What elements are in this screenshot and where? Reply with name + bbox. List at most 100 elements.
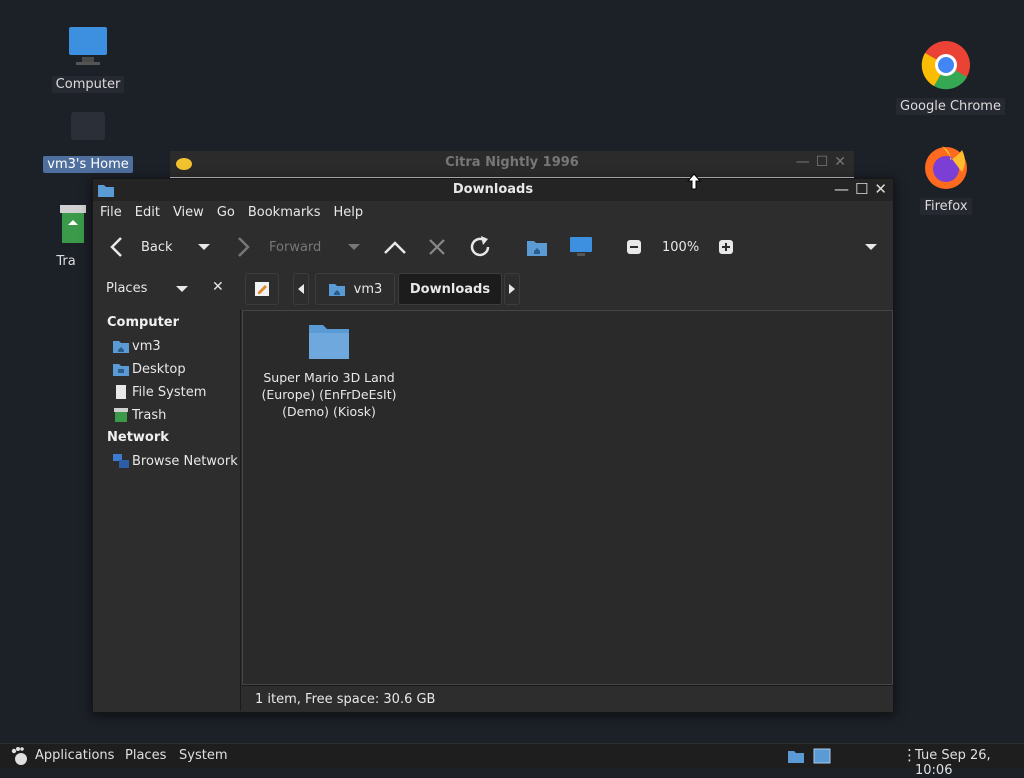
close-sidebar-icon[interactable]: ✕ (212, 279, 224, 295)
menu-bookmarks[interactable]: Bookmarks (241, 201, 327, 220)
desktop-icon-label: Computer (51, 76, 125, 93)
sidebar-section-network: Network (107, 430, 169, 445)
window-task-icon[interactable] (813, 748, 831, 764)
desktop-icon-label: Google Chrome (896, 98, 1005, 115)
citra-window-title: Citra Nightly 1996 (445, 155, 579, 170)
home-folder-icon (527, 241, 547, 256)
stop-button[interactable] (427, 227, 447, 267)
computer-icon (69, 27, 107, 65)
reload-button[interactable] (467, 227, 493, 267)
arrow-left-icon (110, 237, 122, 257)
taskbar-places-menu[interactable]: Places (125, 748, 166, 763)
caret-right-icon (509, 284, 515, 294)
citra-minimize-button[interactable]: — (796, 154, 810, 170)
citra-window[interactable]: Citra Nightly 1996 — ☐ ✕ (170, 151, 854, 179)
forward-history-dropdown[interactable] (347, 227, 361, 267)
menu-go[interactable]: Go (210, 201, 241, 220)
sidebar-item-browse-network[interactable]: Browse Network (93, 448, 240, 471)
zoom-level: 100% (662, 239, 700, 255)
chevron-up-icon (384, 241, 406, 254)
up-button[interactable] (383, 227, 407, 267)
desktop-icon-label: vm3's Home (43, 156, 133, 173)
home-folder-icon (328, 284, 345, 296)
breadcrumb-vm3[interactable]: vm3 (315, 273, 395, 305)
forward-label: Forward (269, 239, 322, 255)
back-history-dropdown[interactable] (197, 227, 211, 267)
edit-icon (255, 282, 269, 296)
desktop-icon-label: Tra (56, 254, 76, 269)
menu-edit[interactable]: Edit (128, 201, 166, 220)
menu-help[interactable]: Help (326, 201, 369, 220)
minimize-button[interactable]: — (834, 180, 849, 198)
taskbar: Applications Places System ⋮ Tue Sep 26,… (0, 743, 1024, 778)
sidebar-item-desktop[interactable]: Desktop (93, 356, 240, 379)
file-manager-task-icon[interactable] (787, 748, 805, 764)
caret-down-icon[interactable] (175, 284, 189, 294)
cursor-icon (686, 173, 702, 190)
chrome-icon (921, 41, 970, 90)
trash-icon (114, 408, 128, 422)
home-button[interactable] (526, 227, 548, 267)
file-manager-window: Downloads — ☐ ✕ File Edit View Go Bookmarks Hel… (92, 178, 894, 713)
gnome-foot-icon[interactable] (9, 746, 29, 766)
citra-close-button[interactable]: ✕ (834, 154, 846, 170)
desktop-icon-firefox[interactable]: Firefox (901, 142, 991, 215)
toolbar: Back Forward 100% (93, 227, 893, 267)
desktop-icon-trash[interactable]: Tra (36, 203, 96, 270)
reload-icon (470, 236, 490, 257)
close-button[interactable]: ✕ (874, 180, 887, 198)
menu-bar: File Edit View Go Bookmarks Help (93, 201, 893, 225)
location-bar: vm3 Downloads (243, 271, 893, 307)
home-folder-icon (71, 112, 105, 140)
breadcrumb-scroll-left[interactable] (293, 273, 309, 305)
back-label: Back (141, 239, 173, 255)
taskbar-applications-menu[interactable]: Applications (35, 748, 114, 763)
sidebar-header: Places ✕ (93, 271, 240, 307)
close-x-icon (429, 239, 445, 255)
sidebar: Computer vm3 Desktop File System Trash N… (93, 310, 241, 711)
home-folder-icon (113, 341, 129, 353)
sidebar-item-trash[interactable]: Trash (93, 402, 240, 425)
breadcrumb-scroll-right[interactable] (504, 273, 520, 305)
window-titlebar[interactable]: Downloads — ☐ ✕ (93, 179, 893, 201)
status-text: 1 item, Free space: 30.6 GB (255, 692, 436, 707)
file-item-folder[interactable]: Super Mario 3D Land (Europe) (EnFrDeEsIt… (259, 321, 399, 420)
sidebar-item-file-system[interactable]: File System (93, 379, 240, 402)
drive-icon (116, 385, 126, 399)
arrow-right-icon (238, 237, 250, 257)
minus-icon (627, 240, 641, 254)
desktop-icon-label: Firefox (920, 198, 972, 215)
forward-button[interactable]: Forward (235, 227, 321, 267)
desktop-folder-icon (113, 364, 129, 376)
status-bar: 1 item, Free space: 30.6 GB (242, 685, 893, 712)
trash-icon (60, 205, 86, 243)
back-button[interactable]: Back (107, 227, 173, 267)
toggle-location-entry-button[interactable] (245, 273, 279, 305)
menu-file[interactable]: File (93, 201, 128, 220)
desktop-icon-computer[interactable]: Computer (43, 24, 133, 93)
plus-icon (719, 240, 733, 254)
sidebar-item-vm3[interactable]: vm3 (93, 333, 240, 356)
caret-down-icon (348, 244, 360, 250)
file-item-name: Super Mario 3D Land (Europe) (EnFrDeEsIt… (261, 370, 397, 419)
taskbar-clock[interactable]: Tue Sep 26, 10:06 (915, 748, 1024, 778)
file-view[interactable]: Super Mario 3D Land (Europe) (EnFrDeEsIt… (242, 310, 893, 685)
network-icon (113, 454, 129, 468)
citra-maximize-button[interactable]: ☐ (816, 154, 829, 170)
computer-icon (570, 237, 592, 256)
sidebar-places-label: Places (106, 281, 148, 296)
desktop-icon-home[interactable]: vm3's Home (43, 104, 133, 173)
caret-left-icon (298, 284, 304, 294)
menu-view[interactable]: View (166, 201, 210, 220)
firefox-icon (925, 146, 967, 189)
desktop-icon-chrome[interactable]: Google Chrome (896, 40, 1005, 115)
sidebar-section-computer: Computer (107, 315, 180, 330)
toolbar-overflow-dropdown[interactable] (864, 227, 878, 267)
zoom-out-button[interactable] (626, 227, 642, 267)
breadcrumb-downloads[interactable]: Downloads (398, 273, 502, 305)
maximize-button[interactable]: ☐ (855, 180, 868, 198)
window-title: Downloads (452, 182, 534, 197)
computer-button[interactable] (569, 227, 593, 267)
zoom-in-button[interactable] (718, 227, 734, 267)
taskbar-system-menu[interactable]: System (179, 748, 227, 763)
